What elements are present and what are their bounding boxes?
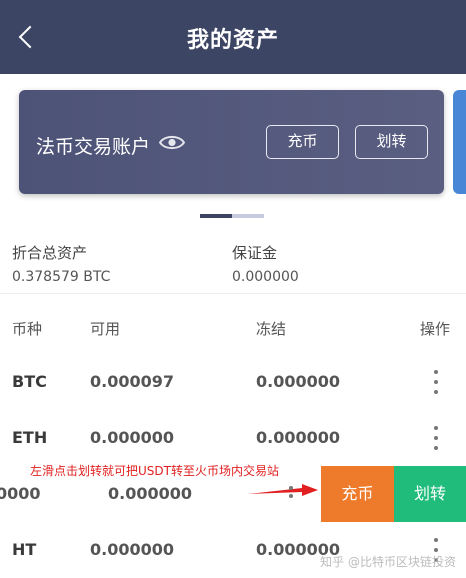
margin: 保证金 0.000000 (232, 242, 299, 285)
table-row-swiped[interactable]: 0000 0.000000 充币 划转 (0, 466, 466, 522)
next-card-peek[interactable] (453, 90, 466, 194)
total-assets: 折合总资产 0.378579 BTC (12, 242, 110, 285)
swipe-deposit-button[interactable]: 充币 (321, 466, 394, 522)
indicator-active (200, 214, 232, 218)
swipe-transfer-button[interactable]: 划转 (394, 466, 466, 522)
more-vertical-icon[interactable] (286, 484, 296, 504)
coin-name: ETH (12, 428, 48, 447)
account-name: 法币交易账户 (36, 136, 151, 158)
account-card-carousel[interactable]: 法币交易账户 充币 划转 (0, 74, 466, 224)
available-value: 0.000097 (90, 372, 175, 391)
available-value: 0.000000 (90, 540, 175, 559)
more-vertical-icon[interactable] (431, 424, 441, 452)
col-action: 操作 (420, 320, 451, 338)
eye-icon[interactable] (159, 134, 185, 151)
total-assets-value: 0.378579 BTC (12, 269, 111, 285)
asset-summary: 折合总资产 0.378579 BTC 保证金 0.000000 (0, 224, 466, 294)
frozen-value: 0.000000 (256, 372, 341, 391)
card-deposit-button[interactable]: 充币 (266, 125, 339, 159)
page-title: 我的资产 (186, 28, 279, 53)
watermark: 知乎 @比特币区块链投资 (320, 555, 456, 569)
coin-name: HT (12, 540, 37, 559)
carousel-indicator (200, 214, 264, 218)
table-row[interactable]: ETH 0.000000 0.000000 (0, 410, 466, 466)
col-frozen: 冻结 (256, 320, 287, 338)
coin-name: BTC (12, 372, 47, 391)
margin-label: 保证金 (232, 244, 278, 262)
fiat-account-card[interactable]: 法币交易账户 充币 划转 (19, 90, 444, 194)
frozen-value: 0.000000 (108, 484, 193, 503)
indicator-inactive (232, 214, 264, 218)
more-vertical-icon[interactable] (431, 368, 441, 396)
card-transfer-button[interactable]: 划转 (355, 125, 428, 159)
col-available: 可用 (90, 320, 121, 338)
app-header: 我的资产 (0, 0, 466, 74)
total-assets-label: 折合总资产 (12, 244, 88, 262)
available-value-partial: 0000 (0, 484, 41, 503)
col-coin: 币种 (12, 320, 43, 338)
margin-value: 0.000000 (232, 269, 299, 285)
table-row[interactable]: BTC 0.000097 0.000000 (0, 354, 466, 410)
table-header: 币种 可用 冻结 操作 (0, 312, 466, 342)
frozen-value: 0.000000 (256, 428, 341, 447)
available-value: 0.000000 (90, 428, 175, 447)
